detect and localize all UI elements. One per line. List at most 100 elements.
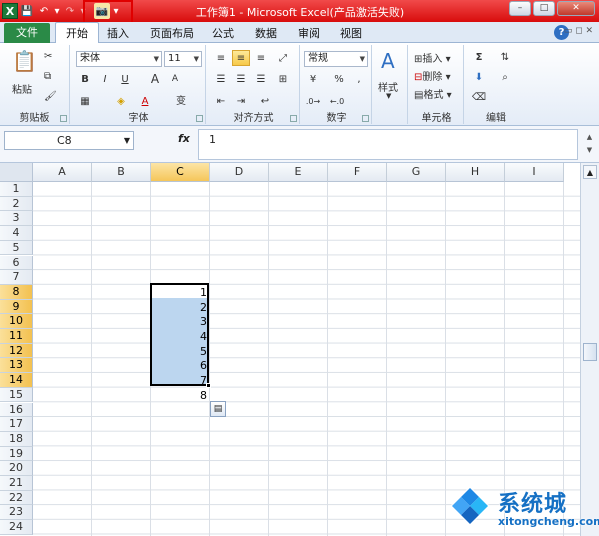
row-header-13[interactable]: 13	[0, 358, 33, 374]
number-launcher-icon[interactable]	[362, 115, 369, 122]
fill-color-icon[interactable]: ◈	[112, 94, 130, 110]
row-header-15[interactable]: 15	[0, 387, 33, 403]
italic-button[interactable]: I	[96, 72, 114, 88]
formula-bar-expand-icon[interactable]: ▲ ▼	[583, 131, 596, 157]
undo-dropdown-icon[interactable]: ▾	[53, 3, 61, 19]
close-button[interactable]: ✕	[557, 1, 595, 16]
column-header-a[interactable]: A	[33, 163, 92, 182]
column-header-g[interactable]: G	[387, 163, 446, 182]
comma-button[interactable]: ,	[350, 72, 368, 88]
row-header-22[interactable]: 22	[0, 490, 33, 506]
align-center-icon[interactable]: ☰	[232, 72, 250, 88]
increase-decimal-icon[interactable]: .0→	[304, 94, 322, 110]
row-header-6[interactable]: 6	[0, 255, 33, 271]
auto-fill-options-icon[interactable]: ▤	[210, 401, 226, 417]
grow-font-button[interactable]: A	[146, 72, 164, 88]
font-color-icon[interactable]: A	[136, 94, 154, 110]
tab-view[interactable]: 视图	[340, 25, 362, 41]
align-right-icon[interactable]: ☰	[252, 72, 270, 88]
shrink-font-button[interactable]: A	[166, 72, 184, 88]
row-header-1[interactable]: 1	[0, 182, 33, 197]
row-header-18[interactable]: 18	[0, 431, 33, 447]
redo-icon[interactable]: ↷	[62, 3, 78, 19]
cell-c12[interactable]: 5	[150, 344, 207, 359]
row-header-23[interactable]: 23	[0, 505, 33, 521]
increase-indent-icon[interactable]: ⇥	[232, 94, 250, 110]
minimize-button[interactable]: –	[509, 1, 531, 16]
decrease-indent-icon[interactable]: ⇤	[212, 94, 230, 110]
paste-label[interactable]: 粘贴	[12, 81, 32, 96]
row-header-24[interactable]: 24	[0, 520, 33, 535]
align-left-icon[interactable]: ☰	[212, 72, 230, 88]
row-header-2[interactable]: 2	[0, 196, 33, 212]
border-icon[interactable]: ▦	[76, 94, 94, 110]
column-header-e[interactable]: E	[269, 163, 328, 182]
column-header-h[interactable]: H	[446, 163, 505, 182]
format-cells-button[interactable]: ▤格式 ▾	[414, 86, 452, 101]
row-header-19[interactable]: 19	[0, 446, 33, 462]
column-header-c[interactable]: C	[151, 163, 210, 182]
row-header-20[interactable]: 20	[0, 461, 33, 476]
row-header-10[interactable]: 10	[0, 314, 33, 329]
clipboard-launcher-icon[interactable]	[60, 115, 67, 122]
orientation-icon[interactable]: ⤢	[274, 51, 292, 67]
phonetic-button[interactable]: 变	[172, 94, 190, 110]
tab-formulas[interactable]: 公式	[212, 25, 234, 41]
row-header-11[interactable]: 11	[0, 329, 33, 344]
font-size-select[interactable]: 11 ▼	[164, 51, 202, 67]
row-header-9[interactable]: 9	[0, 299, 33, 315]
tab-file[interactable]: 文件	[4, 23, 50, 43]
cell-c15[interactable]: 8	[150, 388, 207, 403]
column-header-f[interactable]: F	[328, 163, 387, 182]
underline-button[interactable]: U	[116, 72, 134, 88]
tab-home[interactable]: 开始	[55, 22, 99, 44]
column-header-i[interactable]: I	[505, 163, 564, 182]
decrease-decimal-icon[interactable]: ←.0	[328, 94, 346, 110]
format-painter-icon[interactable]: 🖌	[44, 91, 57, 102]
cell-c9[interactable]: 2	[150, 300, 207, 315]
save-icon[interactable]: 💾	[19, 3, 35, 19]
autosum-button[interactable]: Σ	[470, 50, 488, 66]
font-name-select[interactable]: 宋体 ▼	[76, 51, 162, 67]
cut-icon[interactable]: ✂	[44, 51, 52, 62]
row-header-14[interactable]: 14	[0, 373, 33, 388]
clear-icon[interactable]: ⌫	[470, 90, 488, 106]
font-launcher-icon[interactable]	[196, 115, 203, 122]
cell-c11[interactable]: 4	[150, 329, 207, 344]
currency-icon[interactable]: ¥	[304, 72, 322, 88]
cell-c14[interactable]: 7	[150, 373, 207, 388]
delete-cells-button[interactable]: ⊟删除 ▾	[414, 68, 451, 83]
tab-review[interactable]: 审阅	[298, 25, 320, 41]
column-header-b[interactable]: B	[92, 163, 151, 182]
column-header-d[interactable]: D	[210, 163, 269, 182]
tab-data[interactable]: 数据	[255, 25, 277, 41]
merge-center-icon[interactable]: ⊞	[274, 72, 292, 88]
sort-filter-icon[interactable]: ⇅	[496, 50, 514, 66]
align-middle-icon[interactable]: ≡	[232, 50, 250, 66]
paste-icon[interactable]: 📋	[12, 49, 37, 73]
undo-icon[interactable]: ↶	[36, 3, 52, 19]
excel-logo-icon[interactable]: X	[2, 3, 18, 19]
styles-icon[interactable]: A	[381, 49, 395, 73]
scroll-up-icon[interactable]: ▲	[583, 165, 597, 179]
insert-function-icon[interactable]: fx	[178, 132, 190, 145]
row-header-7[interactable]: 7	[0, 270, 33, 285]
cell-c10[interactable]: 3	[150, 314, 207, 329]
find-select-icon[interactable]: ⌕	[496, 70, 514, 86]
align-top-icon[interactable]: ≡	[212, 51, 230, 67]
insert-cells-button[interactable]: ⊞插入 ▾	[414, 50, 451, 65]
row-header-8[interactable]: 8	[0, 284, 33, 300]
tab-insert[interactable]: 插入	[107, 25, 129, 41]
row-header-4[interactable]: 4	[0, 226, 33, 241]
maximize-button[interactable]: □	[533, 1, 555, 16]
row-header-12[interactable]: 12	[0, 343, 33, 359]
bold-button[interactable]: B	[76, 72, 94, 88]
select-all-corner[interactable]	[0, 163, 33, 182]
formula-input[interactable]: 1	[198, 129, 578, 160]
row-header-21[interactable]: 21	[0, 476, 33, 491]
row-header-5[interactable]: 5	[0, 240, 33, 256]
ribbon-window-controls-icon[interactable]: ▭ ◻ ✕	[564, 26, 593, 36]
alignment-launcher-icon[interactable]	[290, 115, 297, 122]
wrap-text-icon[interactable]: ↩	[256, 94, 274, 110]
row-header-16[interactable]: 16	[0, 402, 33, 418]
